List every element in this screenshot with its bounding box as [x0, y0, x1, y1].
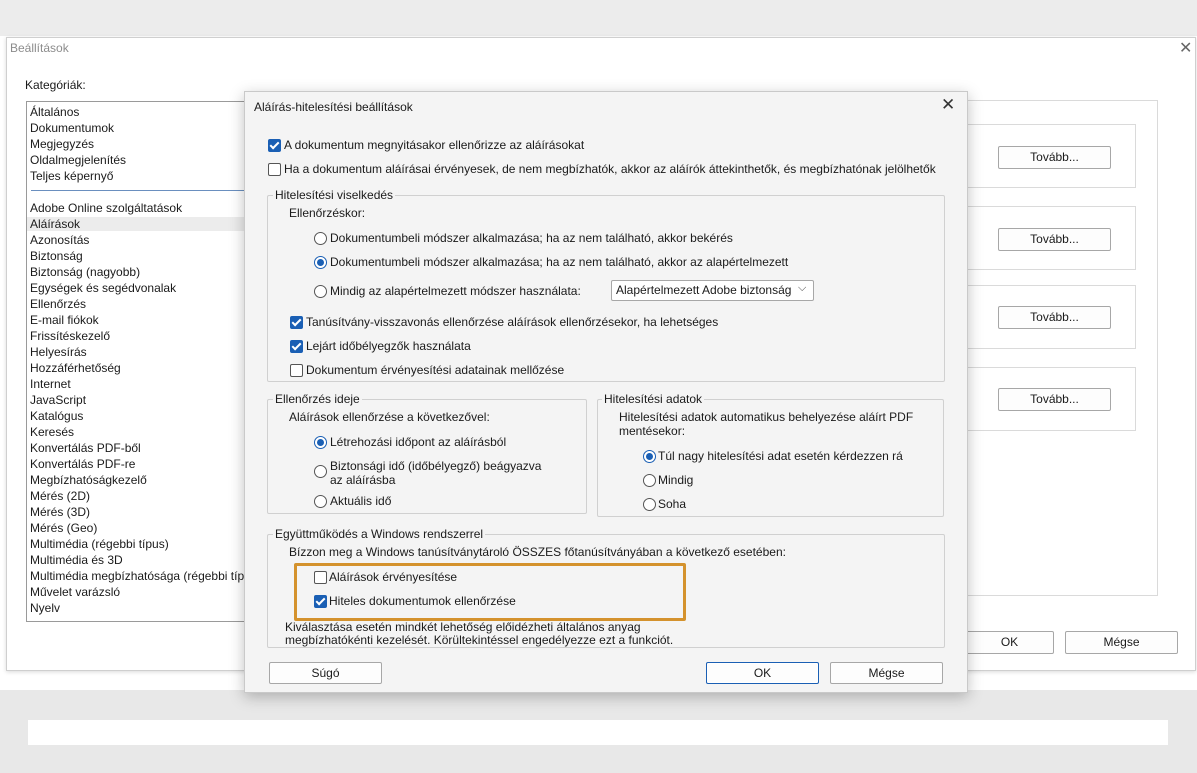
close-icon[interactable]: ✕ [941, 95, 955, 115]
category-item[interactable]: Ellenőrzés [30, 297, 86, 311]
category-item[interactable]: E-mail fiókok [30, 313, 99, 327]
expired-timestamps-checkbox[interactable] [290, 340, 303, 353]
categories-list[interactable]: Általános Dokumentumok Megjegyzés Oldalm… [26, 101, 247, 622]
more-button[interactable]: Tovább... [998, 388, 1111, 411]
category-item[interactable]: Internet [30, 377, 71, 391]
validation-ask-radio[interactable] [643, 450, 656, 463]
time-current-radio[interactable] [314, 495, 327, 508]
time-creation-label: Létrehozási időpont az aláírásból [330, 435, 507, 449]
category-item[interactable]: Mérés (2D) [30, 489, 90, 503]
time-secure-label-cont: az aláírásba [330, 473, 396, 487]
expired-timestamps-label: Lejárt időbélyegzők használata [306, 339, 471, 353]
default-method-value: Alapértelmezett Adobe biztonság [616, 283, 792, 297]
categories-label: Kategóriák: [25, 78, 86, 92]
category-item[interactable]: Multimédia és 3D [30, 553, 123, 567]
method-prompt-radio[interactable] [314, 232, 327, 245]
signature-verification-dialog: Aláírás-hitelesítési beállítások ✕ A dok… [244, 91, 968, 693]
verify-using-label: Aláírások ellenőrzése a következővel: [289, 410, 490, 424]
time-secure-radio[interactable] [314, 465, 327, 478]
category-item[interactable]: Oldalmegjelenítés [30, 153, 126, 167]
method-always-radio[interactable] [314, 285, 327, 298]
category-item[interactable]: Mérés (3D) [30, 505, 90, 519]
category-item[interactable]: Biztonság [30, 249, 83, 263]
ok-button[interactable]: OK [706, 662, 819, 684]
windows-note-cont: megbízhatókénti kezelését. Körültekintés… [285, 633, 674, 647]
main-ok-button[interactable]: OK [965, 631, 1054, 654]
ignore-validation-label: Dokumentum érvényesítési adatainak mellő… [306, 363, 565, 377]
ignore-validation-checkbox[interactable] [290, 364, 303, 377]
valid-untrusted-checkbox[interactable] [268, 163, 281, 176]
revocation-label: Tanúsítvány-visszavonás ellenőrzése aláí… [306, 315, 719, 329]
dialog-title: Aláírás-hitelesítési beállítások [254, 100, 413, 114]
category-item[interactable]: Helyesírás [30, 345, 87, 359]
windows-trust-label: Bízzon meg a Windows tanúsítványtároló Ö… [289, 545, 786, 559]
category-item[interactable]: Teljes képernyő [30, 169, 113, 183]
window-title: Beállítások [10, 41, 69, 55]
category-item[interactable]: Adobe Online szolgáltatások [30, 201, 182, 215]
category-item[interactable]: Általános [30, 105, 79, 119]
method-default-radio[interactable] [314, 256, 327, 269]
valid-untrusted-label: Ha a dokumentum aláírásai érvényesek, de… [284, 162, 936, 176]
more-button[interactable]: Tovább... [998, 228, 1111, 251]
method-always-label: Mindig az alapértelmezett módszer haszná… [330, 284, 581, 298]
validation-never-radio[interactable] [643, 498, 656, 511]
cancel-button[interactable]: Mégse [830, 662, 943, 684]
category-item[interactable]: Multimédia (régebbi típus) [30, 537, 169, 551]
category-item[interactable]: Nyelv [30, 601, 60, 615]
category-item[interactable]: Egységek és segédvonalak [30, 281, 176, 295]
validation-info-label: Hitelesítési adatok [602, 392, 705, 406]
close-icon[interactable]: ✕ [1179, 38, 1192, 58]
category-item[interactable]: Katalógus [30, 409, 83, 423]
verification-behavior-label: Hitelesítési viselkedés [273, 188, 396, 202]
category-item[interactable]: JavaScript [30, 393, 86, 407]
category-item-selected[interactable]: Aláírások [27, 217, 244, 231]
revocation-checkbox[interactable] [290, 316, 303, 329]
windows-integration-label: Együttműködés a Windows rendszerrel [273, 527, 486, 541]
main-cancel-button[interactable]: Mégse [1065, 631, 1178, 654]
default-method-select[interactable]: Alapértelmezett Adobe biztonság ⌵ [611, 280, 814, 301]
more-button[interactable]: Tovább... [998, 146, 1111, 169]
category-separator [31, 190, 245, 191]
category-item[interactable]: Mérés (Geo) [30, 521, 97, 535]
method-default-label: Dokumentumbeli módszer alkalmazása; ha a… [330, 255, 789, 269]
verify-on-open-label: A dokumentum megnyitásakor ellenőrizze a… [284, 138, 585, 152]
validation-never-label: Soha [658, 497, 687, 511]
highlight-frame [294, 563, 686, 621]
category-item[interactable]: Megbízhatóságkezelő [30, 473, 147, 487]
category-item[interactable]: Dokumentumok [30, 121, 114, 135]
category-item[interactable]: Azonosítás [30, 233, 89, 247]
background-top [0, 0, 1197, 36]
category-item[interactable]: Frissítéskezelő [30, 329, 110, 343]
validation-ask-label: Túl nagy hitelesítési adat esetén kérdez… [658, 449, 903, 463]
validation-desc-cont: mentésekor: [619, 424, 686, 438]
windows-note: Kiválasztása esetén mindkét lehetőség el… [285, 620, 641, 634]
category-item[interactable]: Művelet varázsló [30, 585, 120, 599]
when-verifying-label: Ellenőrzéskor: [289, 206, 366, 220]
verification-time-label: Ellenőrzés ideje [273, 392, 362, 406]
category-item[interactable]: Konvertálás PDF-re [30, 457, 135, 471]
help-button[interactable]: Súgó [269, 662, 382, 684]
validation-desc: Hitelesítési adatok automatikus behelyez… [619, 410, 914, 424]
category-item[interactable]: Megjegyzés [30, 137, 94, 151]
category-item[interactable]: Keresés [30, 425, 74, 439]
time-current-label: Aktuális idő [330, 494, 392, 508]
validation-always-label: Mindig [658, 473, 694, 487]
category-item[interactable]: Konvertálás PDF-ből [30, 441, 141, 455]
validation-always-radio[interactable] [643, 474, 656, 487]
verify-on-open-checkbox[interactable] [268, 139, 281, 152]
category-item[interactable]: Multimédia megbízhatósága (régebbi típus… [30, 569, 246, 583]
category-item[interactable]: Biztonság (nagyobb) [30, 265, 140, 279]
chevron-down-icon: ⌵ [798, 282, 807, 294]
method-prompt-label: Dokumentumbeli módszer alkalmazása; ha a… [330, 231, 733, 245]
time-creation-radio[interactable] [314, 436, 327, 449]
background-strip [28, 720, 1168, 745]
time-secure-label: Biztonsági idő (időbélyegző) beágyazva [330, 459, 542, 473]
more-button[interactable]: Tovább... [998, 306, 1111, 329]
category-item[interactable]: Hozzáférhetőség [30, 361, 121, 375]
